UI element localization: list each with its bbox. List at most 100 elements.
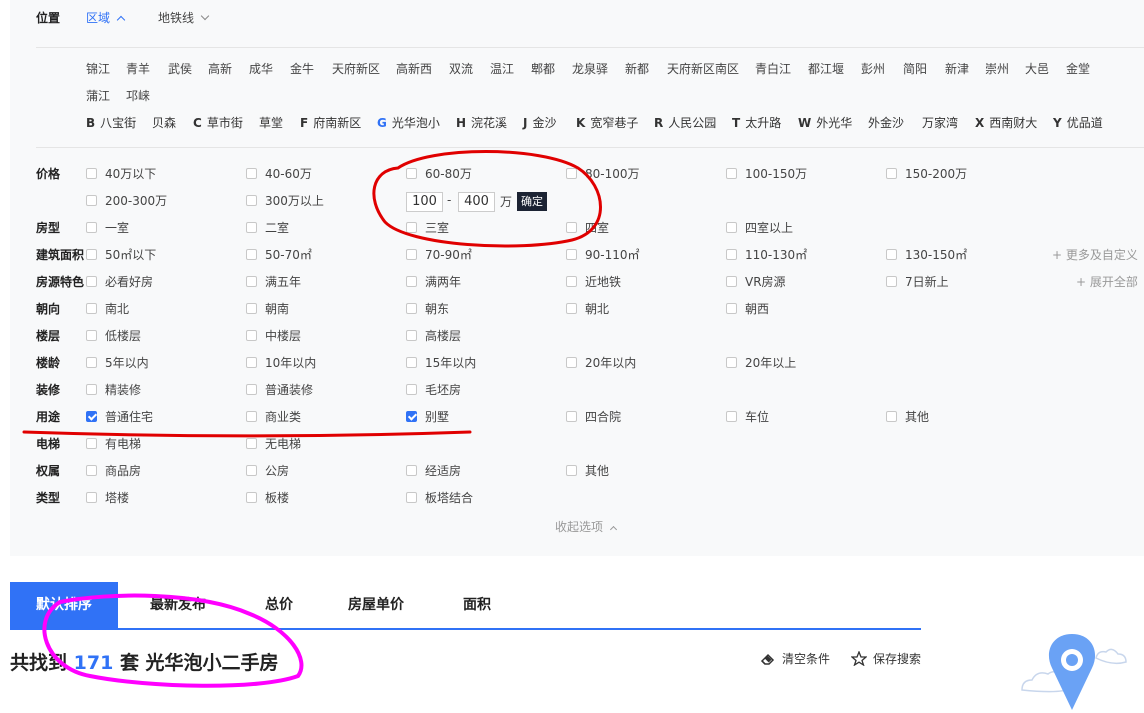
features-option[interactable]: 必看好房 [86,273,153,290]
ownership-option[interactable]: 其他 [566,462,609,479]
price-option[interactable]: 150-200万 [886,165,967,182]
orientation-option[interactable]: 朝北 [566,300,609,317]
metro-station-item[interactable]: Y 优品道 [1053,114,1103,131]
checkbox-icon[interactable] [726,303,737,314]
checkbox-icon[interactable] [726,222,737,233]
checkbox-icon[interactable] [406,465,417,476]
district-item[interactable]: 高新 [208,60,232,77]
checkbox-icon[interactable] [246,438,257,449]
district-item[interactable]: 邛崃 [126,87,150,104]
checkbox-icon[interactable] [566,222,577,233]
floor-option[interactable]: 高楼层 [406,327,461,344]
type-option[interactable]: 板楼 [246,489,289,506]
district-item[interactable]: 天府新区 [332,60,380,77]
tab-area[interactable]: 面积 [463,582,491,628]
area-option[interactable]: 110-130㎡ [726,246,807,263]
checkbox-icon[interactable] [86,330,97,341]
ownership-option[interactable]: 公房 [246,462,289,479]
features-option[interactable]: VR房源 [726,273,786,290]
checkbox-icon[interactable] [86,276,97,287]
checkbox-icon[interactable] [246,222,257,233]
layout-option[interactable]: 二室 [246,219,289,236]
checkbox-icon[interactable] [86,492,97,503]
usage-option[interactable]: 其他 [886,408,929,425]
checkbox-icon[interactable] [726,276,737,287]
checkbox-icon[interactable] [86,303,97,314]
metro-station-item[interactable]: K 宽窄巷子 [576,114,638,131]
elevator-option[interactable]: 有电梯 [86,435,141,452]
age-option[interactable]: 5年以内 [86,354,149,371]
metro-station-item[interactable]: 外金沙 [868,114,904,131]
checkbox-icon[interactable] [86,195,97,206]
usage-option[interactable]: 四合院 [566,408,621,425]
decoration-option[interactable]: 毛坯房 [406,381,461,398]
metro-station-item[interactable]: B 八宝街 [86,114,136,131]
tab-default-sort[interactable]: 默认排序 [10,582,118,628]
checkbox-icon[interactable] [406,168,417,179]
type-option[interactable]: 板塔结合 [406,489,473,506]
price-confirm-button[interactable]: 确定 [517,192,547,211]
checkbox-icon[interactable] [406,303,417,314]
checkbox-icon[interactable] [246,411,257,422]
layout-option[interactable]: 三室 [406,219,449,236]
usage-option[interactable]: 普通住宅 [86,408,153,425]
price-option[interactable]: 100-150万 [726,165,807,182]
ownership-option[interactable]: 经适房 [406,462,461,479]
district-item[interactable]: 温江 [490,60,514,77]
checkbox-icon[interactable] [566,411,577,422]
tab-total-price[interactable]: 总价 [265,582,293,628]
orientation-option[interactable]: 朝南 [246,300,289,317]
checkbox-icon[interactable] [406,357,417,368]
checkbox-icon[interactable] [406,222,417,233]
district-item[interactable]: 高新西 [396,60,432,77]
collapse-options-button[interactable]: 收起选项 [555,518,618,535]
checkbox-icon[interactable] [566,303,577,314]
metro-station-item[interactable]: 万家湾 [922,114,958,131]
checkbox-icon[interactable] [406,276,417,287]
checkbox-icon[interactable] [406,249,417,260]
checkbox-icon[interactable] [726,357,737,368]
checkbox-icon[interactable] [886,411,897,422]
map-float-icon[interactable] [1010,630,1144,713]
checkbox-icon[interactable] [726,249,737,260]
metro-station-item[interactable]: F 府南新区 [300,114,361,131]
checkbox-icon[interactable] [86,411,97,422]
price-option[interactable]: 80-100万 [566,165,640,182]
orientation-option[interactable]: 朝东 [406,300,449,317]
checkbox-icon[interactable] [246,357,257,368]
checkbox-icon[interactable] [566,465,577,476]
price-option[interactable]: 40-60万 [246,165,312,182]
tab-metro[interactable]: 地铁线 [158,9,210,26]
checkbox-icon[interactable] [566,249,577,260]
age-option[interactable]: 20年以上 [726,354,796,371]
checkbox-icon[interactable] [246,465,257,476]
metro-station-item[interactable]: T 太升路 [732,114,781,131]
checkbox-icon[interactable] [86,465,97,476]
features-option[interactable]: 近地铁 [566,273,621,290]
price-option[interactable]: 60-80万 [406,165,472,182]
checkbox-icon[interactable] [566,168,577,179]
checkbox-icon[interactable] [246,276,257,287]
elevator-option[interactable]: 无电梯 [246,435,301,452]
tab-latest[interactable]: 最新发布 [150,582,206,628]
checkbox-icon[interactable] [566,357,577,368]
metro-station-item[interactable]: W 外光华 [798,114,852,131]
usage-option[interactable]: 别墅 [406,408,449,425]
district-item[interactable]: 天府新区南区 [667,60,739,77]
metro-station-item[interactable]: J 金沙 [523,114,556,131]
checkbox-icon[interactable] [246,303,257,314]
checkbox-icon[interactable] [246,492,257,503]
checkbox-icon[interactable] [86,249,97,260]
district-item[interactable]: 蒲江 [86,87,110,104]
decoration-option[interactable]: 普通装修 [246,381,313,398]
district-item[interactable]: 郫都 [531,60,555,77]
checkbox-icon[interactable] [406,492,417,503]
checkbox-icon[interactable] [886,249,897,260]
age-option[interactable]: 15年以内 [406,354,476,371]
checkbox-icon[interactable] [86,222,97,233]
checkbox-icon[interactable] [246,330,257,341]
metro-station-item[interactable]: G 光华泡小 [377,114,440,131]
price-option[interactable]: 200-300万 [86,192,167,209]
checkbox-icon[interactable] [86,384,97,395]
price-option[interactable]: 40万以下 [86,165,156,182]
